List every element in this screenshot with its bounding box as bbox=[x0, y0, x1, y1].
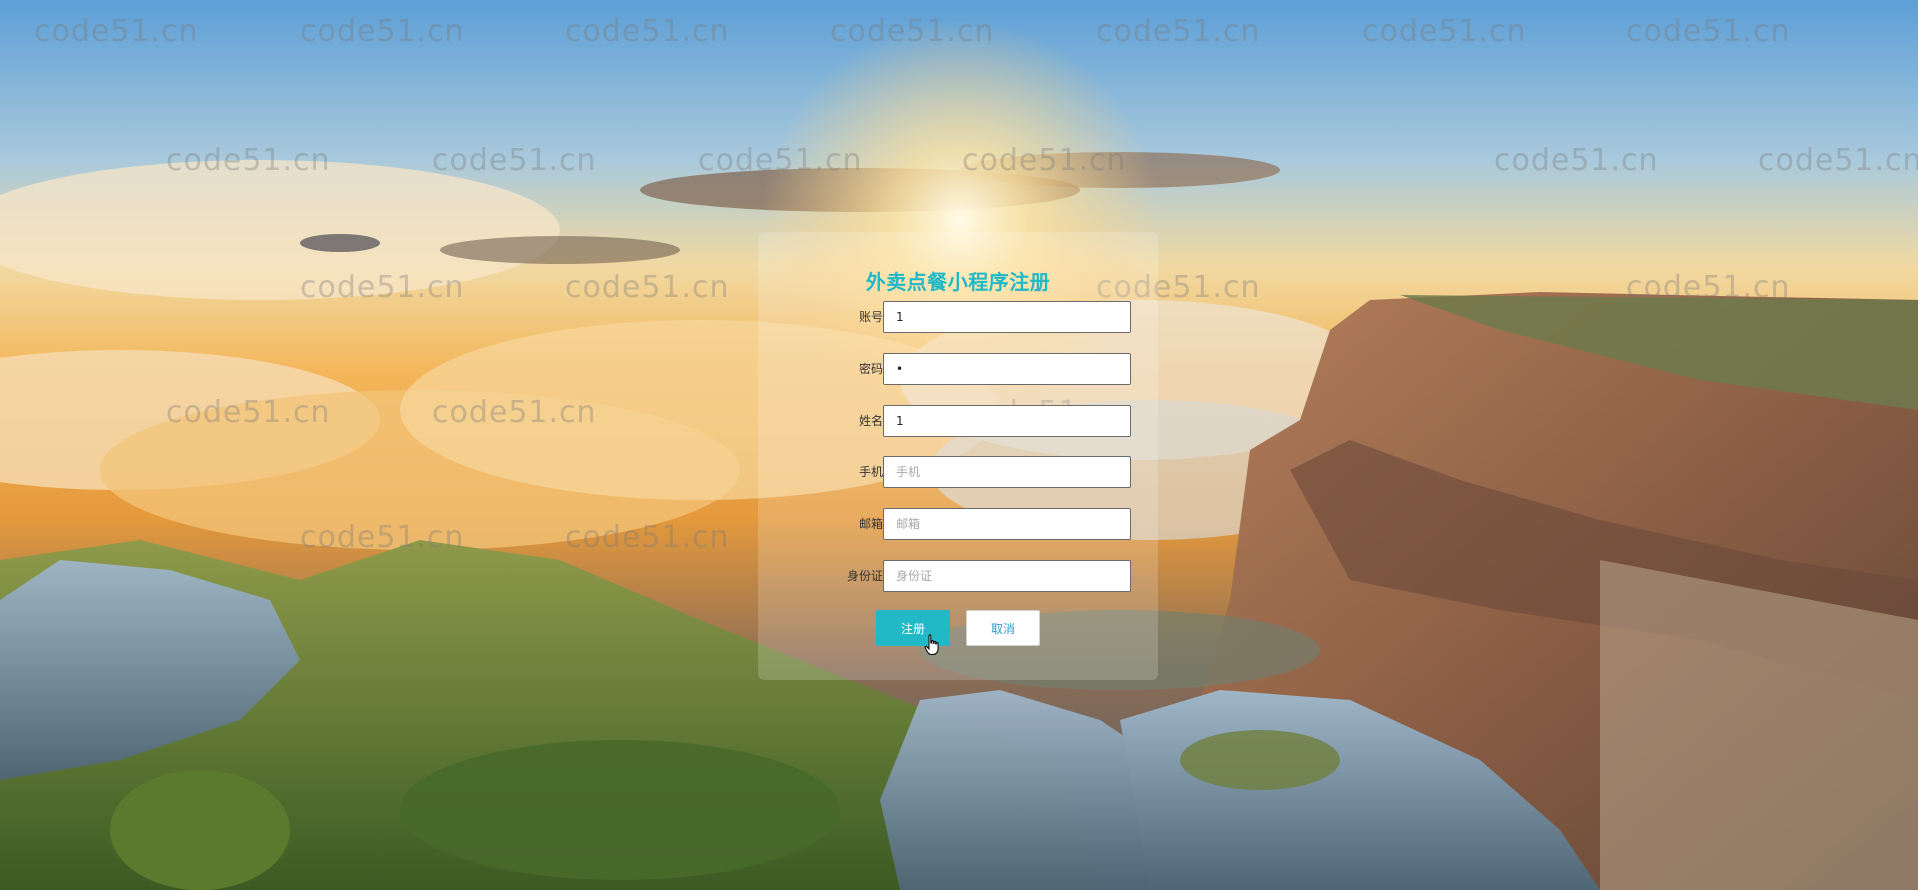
registration-page: code51.cn code51.cn code51.cn code51.cn … bbox=[0, 0, 1918, 890]
email-input[interactable] bbox=[883, 508, 1131, 540]
field-label-name: 姓名 bbox=[858, 414, 883, 428]
id-card-input[interactable] bbox=[883, 560, 1131, 592]
form-title: 外卖点餐小程序注册 bbox=[865, 270, 1051, 294]
registration-panel: 外卖点餐小程序注册 账号 密码 姓名 手机 邮箱 身份证 注册 取消 bbox=[758, 232, 1158, 680]
field-row-password: 密码 bbox=[758, 353, 1158, 385]
field-row-email: 邮箱 bbox=[758, 508, 1158, 540]
phone-input[interactable] bbox=[883, 456, 1131, 488]
field-row-id-card: 身份证 bbox=[758, 560, 1158, 592]
field-label-email: 邮箱 bbox=[858, 517, 883, 531]
name-input[interactable] bbox=[883, 405, 1131, 437]
field-row-name: 姓名 bbox=[758, 405, 1158, 437]
field-label-phone: 手机 bbox=[858, 465, 883, 479]
field-row-phone: 手机 bbox=[758, 456, 1158, 488]
account-input[interactable] bbox=[883, 301, 1131, 333]
field-row-account: 账号 bbox=[758, 301, 1158, 333]
password-input[interactable] bbox=[883, 353, 1131, 385]
field-label-account: 账号 bbox=[858, 310, 883, 324]
field-label-password: 密码 bbox=[858, 362, 883, 376]
cancel-button[interactable]: 取消 bbox=[966, 610, 1040, 646]
hand-pointer-icon bbox=[924, 634, 939, 655]
field-label-id-card: 身份证 bbox=[846, 569, 883, 583]
